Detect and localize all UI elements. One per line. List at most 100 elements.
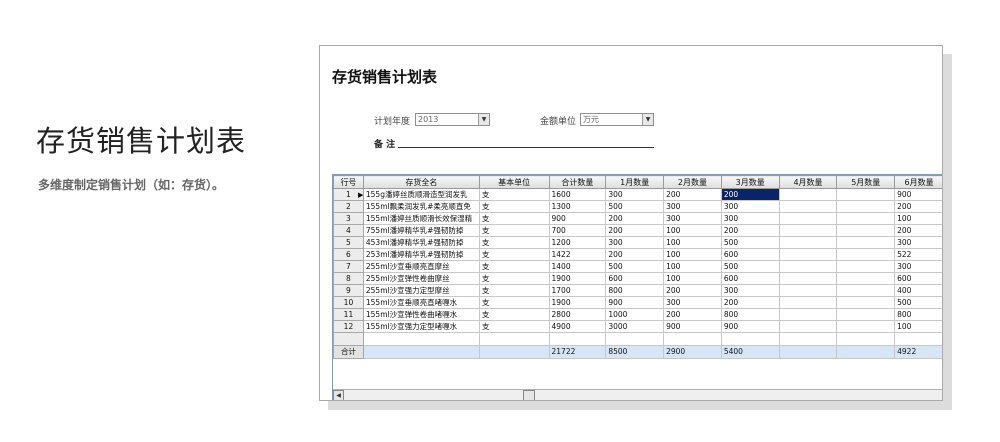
table-row[interactable]: 2 155ml飘柔润发乳#柔亮顺直免支 1300 500 300 300 200 bbox=[333, 200, 942, 213]
cell-total[interactable]: 1600 bbox=[548, 188, 607, 201]
cell-m2[interactable]: 100 bbox=[663, 260, 722, 273]
cell-m5[interactable] bbox=[836, 308, 896, 321]
cell-m1[interactable]: 300 bbox=[605, 188, 665, 201]
cell-unit[interactable]: 支 bbox=[478, 308, 550, 321]
cell-m6[interactable]: 800 bbox=[894, 308, 942, 321]
cell-m5[interactable] bbox=[836, 200, 896, 213]
cell-m5[interactable] bbox=[836, 212, 896, 225]
cell-m5[interactable] bbox=[836, 248, 896, 261]
cell-unit[interactable]: 支 bbox=[478, 260, 550, 273]
cell-name[interactable]: 255ml沙宣强力定型摩丝 bbox=[362, 284, 480, 297]
cell-m6[interactable]: 522 bbox=[894, 248, 942, 261]
column-header[interactable]: 2月数量 bbox=[663, 175, 722, 189]
chevron-down-icon[interactable]: ▼ bbox=[642, 114, 653, 125]
cell-m1[interactable]: 800 bbox=[605, 284, 665, 297]
cell-unit[interactable]: 支 bbox=[478, 200, 550, 213]
table-row[interactable]: 1 ▶ 155g潘婷丝质顺滑造型润发乳支 1600 300 200 200 900 bbox=[333, 188, 942, 201]
cell-m4[interactable] bbox=[778, 188, 838, 201]
table-row[interactable]: 9 255ml沙宣强力定型摩丝支 1700 800 200 300 400 bbox=[333, 284, 942, 297]
row-number[interactable]: 10 bbox=[333, 296, 364, 309]
table-row[interactable]: 11 155ml沙宣弹性卷曲啫喱水支 2800 1000 200 800 800 bbox=[333, 308, 942, 321]
cell-m4[interactable] bbox=[778, 200, 838, 213]
cell-total[interactable]: 1400 bbox=[548, 260, 607, 273]
cell-name[interactable]: 155ml沙宣垂顺亮直啫喱水 bbox=[362, 296, 480, 309]
cell-unit[interactable]: 支 bbox=[478, 236, 550, 249]
cell-name[interactable]: 155g潘婷丝质顺滑造型润发乳 bbox=[362, 188, 480, 201]
cell-m3[interactable]: 500 bbox=[720, 236, 780, 249]
cell-total[interactable]: 1200 bbox=[548, 236, 607, 249]
cell-total[interactable]: 1900 bbox=[548, 296, 607, 309]
cell-total[interactable]: 1900 bbox=[548, 272, 607, 285]
cell-m4[interactable] bbox=[778, 212, 838, 225]
cell-m6[interactable]: 900 bbox=[894, 188, 942, 201]
cell-m6[interactable]: 200 bbox=[894, 200, 942, 213]
cell-m3[interactable]: 300 bbox=[720, 212, 780, 225]
cell-unit[interactable]: 支 bbox=[478, 188, 550, 201]
column-header[interactable]: 合计数量 bbox=[548, 175, 607, 189]
cell-name[interactable]: 755ml潘婷精华乳#强韧防掉 bbox=[362, 224, 480, 237]
row-number[interactable]: 7 bbox=[333, 260, 364, 273]
cell-m1[interactable]: 500 bbox=[605, 200, 665, 213]
scroll-left-icon[interactable]: ◀ bbox=[333, 390, 344, 400]
scroll-thumb[interactable] bbox=[523, 390, 535, 400]
cell-m4[interactable] bbox=[778, 272, 838, 285]
cell-name[interactable]: 255ml沙宣弹性卷曲摩丝 bbox=[362, 272, 480, 285]
cell-m6[interactable]: 100 bbox=[894, 320, 942, 333]
cell-m1[interactable]: 900 bbox=[605, 296, 665, 309]
cell-m6[interactable]: 600 bbox=[894, 272, 942, 285]
cell-m3[interactable]: 300 bbox=[720, 200, 780, 213]
column-header[interactable]: 基本单位 bbox=[478, 175, 550, 189]
cell-unit[interactable]: 支 bbox=[478, 248, 550, 261]
row-number[interactable]: 2 bbox=[333, 200, 364, 213]
cell-m4[interactable] bbox=[778, 224, 838, 237]
cell-m5[interactable] bbox=[836, 272, 896, 285]
cell-m4[interactable] bbox=[778, 284, 838, 297]
table-row[interactable]: 3 155ml潘婷丝质顺滑长效保湿精支 900 200 300 300 100 bbox=[333, 212, 942, 225]
cell-m1[interactable]: 600 bbox=[605, 272, 665, 285]
column-header[interactable]: 行号 bbox=[333, 175, 364, 189]
cell-m2[interactable]: 300 bbox=[663, 212, 722, 225]
table-row[interactable]: 5 453ml潘婷精华乳#强韧防掉支 1200 300 100 500 300 bbox=[333, 236, 942, 249]
cell-m4[interactable] bbox=[778, 236, 838, 249]
cell-unit[interactable]: 支 bbox=[478, 224, 550, 237]
cell-m6[interactable]: 200 bbox=[894, 224, 942, 237]
cell-total[interactable]: 1300 bbox=[548, 200, 607, 213]
cell-m5[interactable] bbox=[836, 224, 896, 237]
cell-m5[interactable] bbox=[836, 284, 896, 297]
plan-year-select[interactable]: 2013 ▼ bbox=[415, 113, 490, 126]
cell-m1[interactable]: 200 bbox=[605, 212, 665, 225]
cell-m3[interactable]: 300 bbox=[720, 284, 780, 297]
column-header[interactable]: 3月数量 bbox=[720, 175, 780, 189]
amount-unit-select[interactable]: 万元 ▼ bbox=[580, 113, 654, 126]
row-number[interactable]: 5 bbox=[333, 236, 364, 249]
horizontal-scrollbar[interactable]: ◀ bbox=[333, 389, 942, 400]
cell-total[interactable]: 2800 bbox=[548, 308, 607, 321]
chevron-down-icon[interactable]: ▼ bbox=[478, 114, 489, 125]
cell-m6[interactable]: 100 bbox=[894, 212, 942, 225]
cell-m2[interactable]: 300 bbox=[663, 200, 722, 213]
cell-m1[interactable]: 500 bbox=[605, 260, 665, 273]
cell-unit[interactable]: 支 bbox=[478, 320, 550, 333]
column-header[interactable]: 4月数量 bbox=[778, 175, 838, 189]
cell-m3[interactable]: 900 bbox=[720, 320, 780, 333]
cell-unit[interactable]: 支 bbox=[478, 284, 550, 297]
cell-m2[interactable]: 100 bbox=[663, 236, 722, 249]
table-row[interactable]: 12 155ml沙宣强力定型啫喱水支 4900 3000 900 900 100 bbox=[333, 320, 942, 333]
column-header[interactable]: 存货全名 bbox=[362, 175, 480, 189]
cell-unit[interactable]: 支 bbox=[478, 296, 550, 309]
cell-name[interactable]: 155ml潘婷丝质顺滑长效保湿精 bbox=[362, 212, 480, 225]
cell-m2[interactable]: 100 bbox=[663, 272, 722, 285]
cell-name[interactable]: 453ml潘婷精华乳#强韧防掉 bbox=[362, 236, 480, 249]
cell-m1[interactable]: 3000 bbox=[605, 320, 665, 333]
cell-unit[interactable]: 支 bbox=[478, 272, 550, 285]
cell-total[interactable]: 4900 bbox=[548, 320, 607, 333]
cell-m2[interactable]: 100 bbox=[663, 248, 722, 261]
cell-m3[interactable]: 500 bbox=[720, 260, 780, 273]
cell-m4[interactable] bbox=[778, 260, 838, 273]
cell-m2[interactable]: 900 bbox=[663, 320, 722, 333]
cell-m6[interactable]: 300 bbox=[894, 236, 942, 249]
cell-m6[interactable]: 400 bbox=[894, 284, 942, 297]
table-row[interactable]: 7 255ml沙宣垂顺亮直摩丝支 1400 500 100 500 300 bbox=[333, 260, 942, 273]
cell-m5[interactable] bbox=[836, 296, 896, 309]
row-number[interactable]: 11 bbox=[333, 308, 364, 321]
